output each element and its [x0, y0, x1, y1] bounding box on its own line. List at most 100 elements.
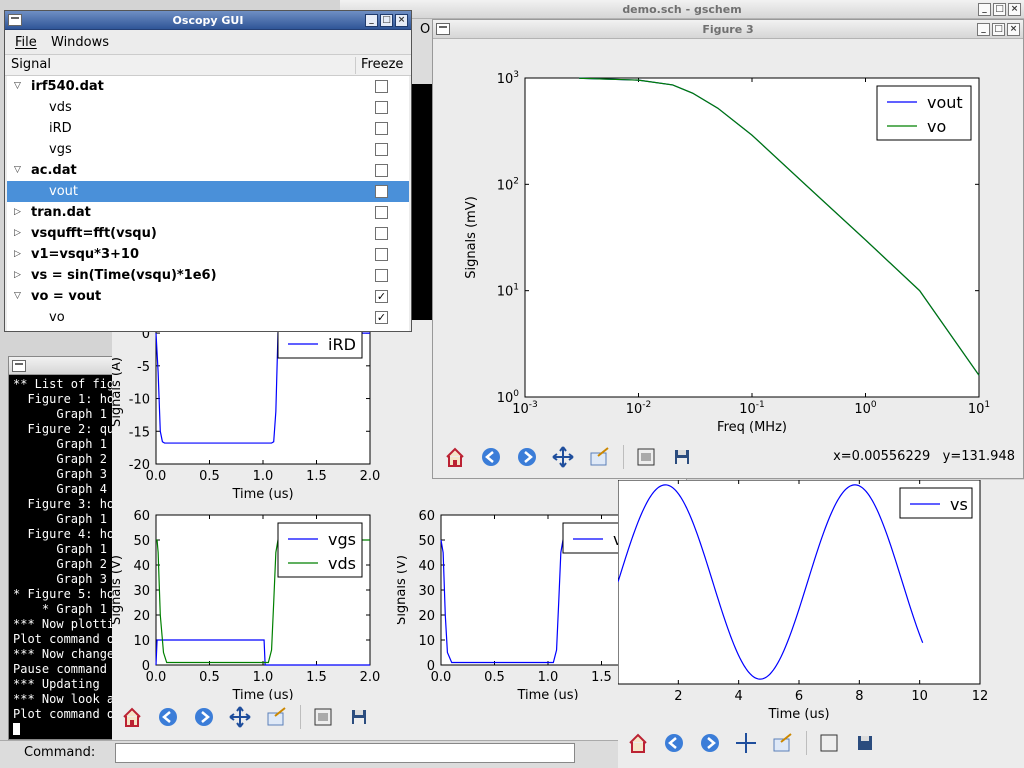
collapsed-triangle-icon[interactable]: ▷ — [14, 244, 21, 265]
home-icon[interactable] — [626, 731, 650, 755]
freeze-checkbox[interactable] — [375, 164, 388, 177]
tree-signal-row[interactable]: vgs — [7, 139, 409, 160]
freeze-checkbox[interactable]: ✓ — [375, 290, 388, 303]
oscopy-titlebar[interactable]: Oscopy GUI _ □ × — [5, 11, 411, 30]
y-tick-label: 10 — [418, 634, 435, 649]
x-tick-label: 10 — [911, 689, 928, 704]
tree-file-row[interactable]: ▽ vo = vout ✓ — [7, 286, 409, 307]
back-icon[interactable] — [479, 445, 503, 469]
configure-icon[interactable] — [634, 445, 658, 469]
legend-label: vs — [950, 495, 968, 514]
pan-icon[interactable] — [734, 731, 758, 755]
x-tick-label: 2.0 — [360, 469, 381, 484]
toolbar-separator — [806, 731, 807, 755]
save-icon[interactable] — [347, 705, 371, 729]
collapsed-triangle-icon[interactable]: ▷ — [14, 265, 21, 286]
home-icon[interactable] — [120, 705, 144, 729]
legend-label: vgs — [328, 530, 356, 549]
minimize-button[interactable]: _ — [978, 3, 991, 16]
header-freeze[interactable]: Freeze — [361, 57, 403, 72]
tree-file-row[interactable]: ▷ tran.dat — [7, 202, 409, 223]
terminal-line: Figure 4: ho — [13, 527, 115, 541]
freeze-checkbox[interactable] — [375, 101, 388, 114]
freeze-checkbox[interactable] — [375, 122, 388, 135]
tree-row-label: vgs — [49, 142, 72, 157]
freeze-checkbox[interactable] — [375, 143, 388, 156]
configure-icon[interactable] — [817, 731, 841, 755]
save-icon[interactable] — [853, 731, 877, 755]
freeze-checkbox[interactable] — [375, 248, 388, 261]
maximize-button[interactable]: □ — [380, 14, 393, 27]
tree-file-row[interactable]: ▽ ac.dat — [7, 160, 409, 181]
tree-file-row[interactable]: ▷ v1=vsqu*3+10 — [7, 244, 409, 265]
freeze-checkbox[interactable]: ✓ — [375, 311, 388, 324]
expanded-triangle-icon[interactable]: ▽ — [14, 76, 21, 97]
y-tick-label: -10 — [129, 393, 150, 408]
tree-file-row[interactable]: ▷ vsqufft=fft(vsqu) — [7, 223, 409, 244]
collapsed-triangle-icon[interactable]: ▷ — [14, 223, 21, 244]
menu-windows[interactable]: Windows — [51, 35, 109, 50]
pan-icon[interactable] — [228, 705, 252, 729]
gschem-menu-o[interactable]: O — [420, 22, 430, 37]
tree-signal-row[interactable]: vds — [7, 97, 409, 118]
menu-file[interactable]: File — [15, 35, 37, 50]
save-icon[interactable] — [670, 445, 694, 469]
close-button[interactable]: × — [1007, 23, 1020, 36]
forward-icon[interactable] — [515, 445, 539, 469]
pan-icon[interactable] — [551, 445, 575, 469]
y-axis-label: Signals (V) — [112, 555, 124, 625]
freeze-checkbox[interactable] — [375, 80, 388, 93]
forward-icon[interactable] — [698, 731, 722, 755]
x-axis-label: Time (us) — [516, 688, 578, 700]
vgs-vds-chart: 0.0 0.5 1.0 1.5 2.00102030405060Time (us)Sig… — [112, 509, 380, 700]
figure3-toolbar — [443, 442, 706, 472]
zoom-rect-icon[interactable] — [264, 705, 288, 729]
terminal-titlebar[interactable] — [9, 357, 127, 375]
x-axis-label: Time (us) — [231, 688, 293, 700]
collapsed-triangle-icon[interactable]: ▷ — [14, 202, 21, 223]
x-tick-label: 1.0 — [253, 469, 274, 484]
configure-icon[interactable] — [311, 705, 335, 729]
x-axis-label: Time (us) — [767, 707, 829, 720]
y-axis-label: Signals (A) — [112, 357, 124, 427]
freeze-checkbox[interactable] — [375, 206, 388, 219]
expanded-triangle-icon[interactable]: ▽ — [14, 160, 21, 181]
maximize-button[interactable]: □ — [993, 3, 1006, 16]
gschem-titlebar[interactable]: demo.sch - gschem _ □ × — [340, 0, 1024, 19]
tree-row-label: tran.dat — [31, 205, 91, 220]
window-icon — [8, 14, 22, 26]
command-label: Command: — [24, 745, 96, 760]
freeze-checkbox[interactable] — [375, 227, 388, 240]
tree-file-row[interactable]: ▷ vs = sin(Time(vsqu)*1e6) — [7, 265, 409, 286]
freeze-checkbox[interactable] — [375, 185, 388, 198]
y-tick-label: 50 — [133, 534, 150, 549]
terminal-cursor — [13, 723, 20, 735]
forward-icon[interactable] — [192, 705, 216, 729]
x-tick-label: 1.5 — [591, 670, 612, 685]
tree-file-row[interactable]: ▽ irf540.dat — [7, 76, 409, 97]
close-button[interactable]: × — [395, 14, 408, 27]
tree-signal-row[interactable]: iRD — [7, 118, 409, 139]
expanded-triangle-icon[interactable]: ▽ — [14, 286, 21, 307]
terminal-line: Figure 2: qu — [13, 422, 115, 436]
zoom-rect-icon[interactable] — [770, 731, 794, 755]
home-icon[interactable] — [443, 445, 467, 469]
terminal-line: Graph 4 — [13, 482, 107, 496]
close-button[interactable]: × — [1008, 3, 1021, 16]
x-tick-label: 10-2 — [626, 400, 652, 417]
command-input[interactable] — [115, 743, 575, 763]
y-tick-label: 60 — [133, 509, 150, 524]
freeze-checkbox[interactable] — [375, 269, 388, 282]
toolbar-separator — [623, 445, 624, 469]
tree-signal-row[interactable]: vo ✓ — [7, 307, 409, 328]
figure3-titlebar[interactable]: Figure 3 _ □ × — [433, 20, 1023, 39]
zoom-rect-icon[interactable] — [587, 445, 611, 469]
back-icon[interactable] — [156, 705, 180, 729]
header-signal[interactable]: Signal — [11, 57, 51, 72]
tree-signal-row[interactable]: vout — [7, 181, 409, 202]
minimize-button[interactable]: _ — [365, 14, 378, 27]
maximize-button[interactable]: □ — [992, 23, 1005, 36]
x-tick-label: 8 — [855, 689, 863, 704]
minimize-button[interactable]: _ — [977, 23, 990, 36]
back-icon[interactable] — [662, 731, 686, 755]
